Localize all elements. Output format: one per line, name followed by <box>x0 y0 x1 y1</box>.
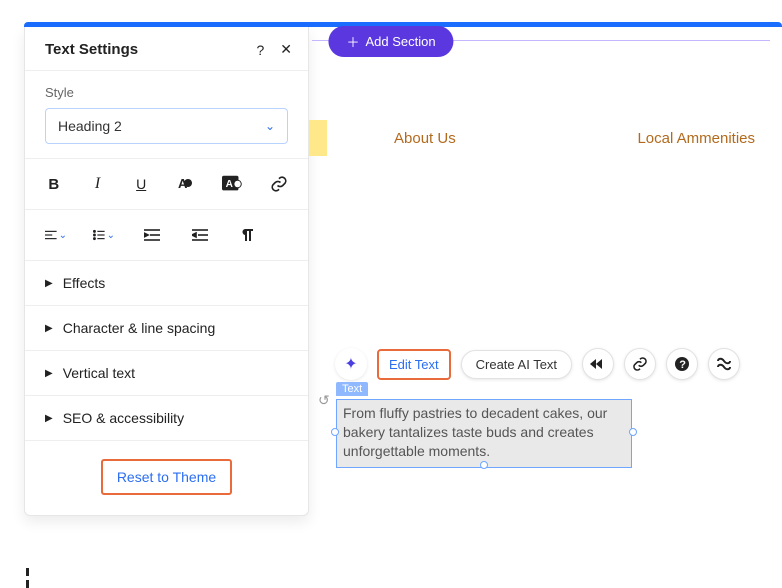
align-button[interactable]: ⌄ <box>45 224 67 246</box>
text-settings-panel: Text Settings ? ✕ Style Heading 2 ⌄ B I … <box>24 27 309 516</box>
plus-icon: ＋ <box>346 32 359 51</box>
text-content[interactable]: From fluffy pastries to decadent cakes, … <box>336 399 632 468</box>
animation-button[interactable] <box>582 348 614 380</box>
text-direction-button[interactable] <box>237 224 259 246</box>
element-type-tag: Text <box>336 382 368 396</box>
chevron-down-icon: ⌄ <box>265 119 275 133</box>
accordion-label: Character & line spacing <box>63 320 216 336</box>
resize-handle-bottom[interactable] <box>480 461 488 469</box>
element-help-button[interactable]: ? <box>666 348 698 380</box>
resize-handle-left[interactable] <box>331 428 339 436</box>
outdent-button[interactable] <box>141 224 163 246</box>
caret-right-icon: ▶ <box>45 413 53 424</box>
close-icon[interactable]: ✕ <box>280 41 292 58</box>
format-toolbar-row-1: B I U A A <box>25 159 308 210</box>
ai-sparkle-icon[interactable]: ✦ <box>335 348 367 380</box>
reset-to-theme-button[interactable]: Reset to Theme <box>101 459 232 495</box>
text-color-button[interactable]: A <box>176 173 196 195</box>
panel-header: Text Settings ? ✕ <box>25 27 308 71</box>
nav-link-about[interactable]: About Us <box>394 130 456 147</box>
create-ai-text-button[interactable]: Create AI Text <box>461 350 572 379</box>
accordion-label: SEO & accessibility <box>63 410 184 426</box>
list-button[interactable]: ⌄ <box>93 224 115 246</box>
chevron-down-icon: ⌄ <box>59 230 67 241</box>
resize-handle-right[interactable] <box>629 428 637 436</box>
page-nav: About Us Local Ammenities <box>314 130 770 160</box>
caret-right-icon: ▶ <box>45 323 53 334</box>
accordion-effects[interactable]: ▶ Effects <box>25 261 308 306</box>
underline-button[interactable]: U <box>132 173 150 195</box>
svg-text:?: ? <box>679 359 686 371</box>
add-section-label: Add Section <box>365 34 435 49</box>
accordion-seo[interactable]: ▶ SEO & accessibility <box>25 396 308 441</box>
panel-title: Text Settings <box>45 41 138 58</box>
style-select-value: Heading 2 <box>58 118 122 134</box>
svg-text:A: A <box>226 179 234 190</box>
style-label: Style <box>45 85 288 100</box>
accordion-vertical[interactable]: ▶ Vertical text <box>25 351 308 396</box>
caret-right-icon: ▶ <box>45 278 53 289</box>
help-icon[interactable]: ? <box>256 42 264 58</box>
caret-right-icon: ▶ <box>45 368 53 379</box>
bold-button[interactable]: B <box>45 173 63 195</box>
style-section: Style Heading 2 ⌄ <box>25 71 308 159</box>
style-select[interactable]: Heading 2 ⌄ <box>45 108 288 144</box>
element-link-button[interactable] <box>624 348 656 380</box>
swap-button[interactable] <box>708 348 740 380</box>
highlight-color-button[interactable]: A <box>222 173 244 195</box>
indent-button[interactable] <box>189 224 211 246</box>
caret-decor <box>26 568 29 588</box>
nav-link-local[interactable]: Local Ammenities <box>637 130 755 147</box>
format-toolbar-row-2: ⌄ ⌄ <box>25 210 308 261</box>
italic-button[interactable]: I <box>89 173 107 195</box>
accordion-label: Vertical text <box>63 365 135 381</box>
accordion-label: Effects <box>63 275 106 291</box>
undo-icon[interactable]: ↺ <box>318 392 330 409</box>
reset-area: Reset to Theme <box>25 441 308 515</box>
text-element[interactable]: Text From fluffy pastries to decadent ca… <box>336 399 632 468</box>
accordion-spacing[interactable]: ▶ Character & line spacing <box>25 306 308 351</box>
add-section-button[interactable]: ＋ Add Section <box>328 26 453 57</box>
link-button[interactable] <box>270 173 288 195</box>
edit-text-button[interactable]: Edit Text <box>377 349 451 380</box>
chevron-down-icon: ⌄ <box>107 230 115 241</box>
element-toolbar: ✦ Edit Text Create AI Text ? <box>335 348 740 380</box>
